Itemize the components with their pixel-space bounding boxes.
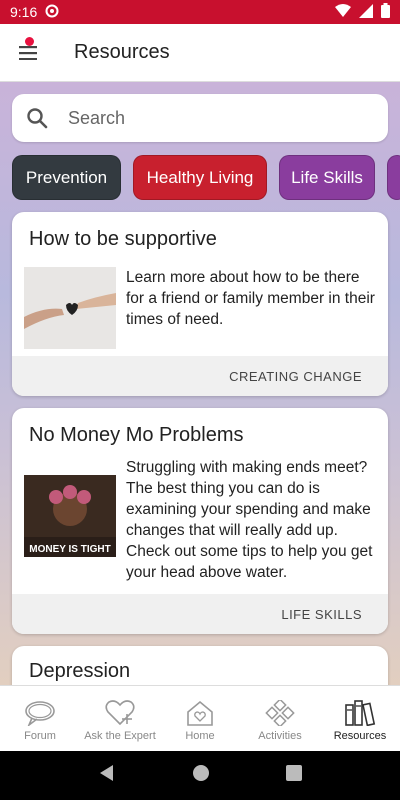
card-category: CREATING CHANGE xyxy=(12,356,388,396)
nav-resources[interactable]: Resources xyxy=(320,686,400,751)
signal-icon xyxy=(359,3,373,21)
chip-life-skills[interactable]: Life Skills xyxy=(279,155,375,200)
resource-card-money[interactable]: No Money Mo Problems MONEY IS TIGHT Stru… xyxy=(12,408,388,634)
at-sign-icon xyxy=(45,4,59,21)
system-nav-bar xyxy=(0,751,400,800)
nav-label: Ask the Expert xyxy=(84,730,156,742)
notification-dot xyxy=(25,36,34,46)
recents-icon[interactable] xyxy=(286,765,302,786)
search-bar[interactable]: Search xyxy=(12,94,388,142)
nav-label: Resources xyxy=(333,730,387,742)
nav-home[interactable]: Home xyxy=(160,686,240,751)
nav-forum[interactable]: Forum xyxy=(0,686,80,751)
gamepad-icon xyxy=(265,700,295,726)
chip-healthy-living[interactable]: Healthy Living xyxy=(133,155,267,200)
category-chips: Prevention Healthy Living Life Skills xyxy=(12,155,400,201)
resource-card-supportive[interactable]: How to be supportive Learn more about ho… xyxy=(12,212,388,396)
hamburger-icon xyxy=(19,45,37,60)
app-bar: Resources xyxy=(0,24,400,82)
chat-bubble-icon xyxy=(25,701,55,726)
status-bar: 9:16 xyxy=(0,0,400,24)
hands-heart-image xyxy=(24,267,116,349)
status-time: 9:16 xyxy=(10,4,38,20)
nav-label: Forum xyxy=(24,730,56,742)
nav-label: Activities xyxy=(258,730,302,742)
home-heart-icon xyxy=(187,700,213,726)
wifi-icon xyxy=(335,3,351,21)
search-icon xyxy=(27,108,48,129)
search-input[interactable]: Search xyxy=(68,108,125,129)
card-title: How to be supportive xyxy=(29,228,217,250)
resource-card-depression[interactable]: Depression xyxy=(12,646,388,685)
chip-prevention[interactable]: Prevention xyxy=(12,155,121,200)
nav-label: Home xyxy=(185,730,215,742)
page-title: Resources xyxy=(74,41,170,63)
home-circle-icon[interactable] xyxy=(192,764,210,787)
card-category: LIFE SKILLS xyxy=(12,594,388,634)
card-description: Learn more about how to be there for a f… xyxy=(126,269,375,328)
image-caption: MONEY IS TIGHT xyxy=(29,544,111,555)
card-description: Struggling with making ends meet? The be… xyxy=(126,459,373,581)
menu-button[interactable] xyxy=(0,24,56,82)
heart-plus-icon xyxy=(105,700,135,726)
nav-activities[interactable]: Activities xyxy=(240,686,320,751)
money-is-tight-image: MONEY IS TIGHT xyxy=(24,475,116,557)
card-title: No Money Mo Problems xyxy=(29,424,244,446)
battery-icon xyxy=(381,3,390,21)
resources-content[interactable]: Search Prevention Healthy Living Life Sk… xyxy=(0,82,400,685)
back-icon[interactable] xyxy=(98,764,116,787)
books-icon xyxy=(345,700,376,726)
card-title: Depression xyxy=(29,660,131,682)
nav-ask-the-expert[interactable]: Ask the Expert xyxy=(80,686,160,751)
chip-partial[interactable] xyxy=(387,155,400,200)
bottom-nav: Forum Ask the Expert Home Activities Res… xyxy=(0,685,400,751)
